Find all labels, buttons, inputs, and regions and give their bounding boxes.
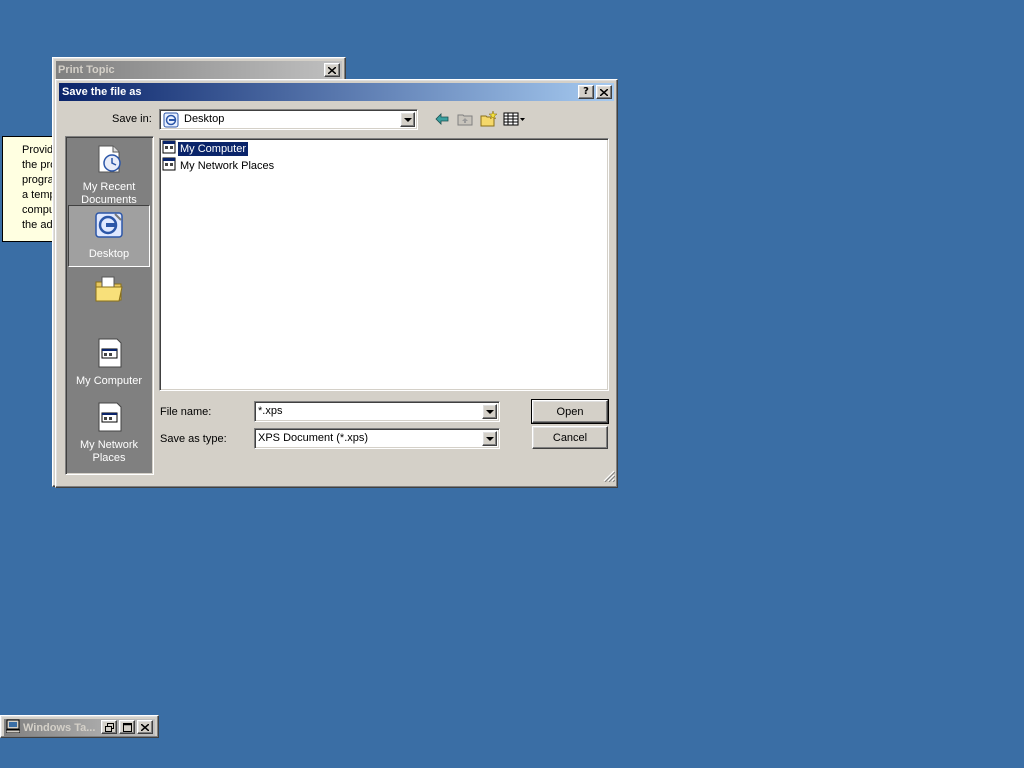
place-label: My Computer — [75, 375, 143, 387]
save-in-label: Save in: — [112, 113, 152, 125]
dialog-title: Save the file as — [62, 86, 142, 98]
place-label: My Network Places — [79, 439, 139, 464]
save-dialog: Save the file as ? Save in: Desktop My R… — [55, 79, 618, 488]
file-name-value: *.xps — [258, 405, 283, 417]
place-my-documents[interactable] — [68, 271, 150, 327]
close-icon — [600, 88, 608, 96]
my-computer-icon — [93, 337, 125, 373]
restore-icon — [104, 722, 114, 732]
my-network-places-icon — [93, 401, 125, 437]
place-label: My Recent Documents — [81, 181, 137, 206]
open-button[interactable]: Open — [531, 399, 609, 424]
minimized-title: Windows Ta... — [23, 721, 96, 734]
file-item-label: My Computer — [176, 140, 250, 157]
maximize-button[interactable] — [119, 720, 135, 734]
recent-documents-icon — [93, 143, 125, 179]
help-button[interactable]: ? — [578, 85, 594, 99]
my-computer-icon — [162, 140, 176, 157]
save-in-combobox[interactable]: Desktop — [159, 109, 418, 130]
file-item-my-network-places[interactable]: My Network Places — [162, 157, 276, 174]
minimized-close-button[interactable] — [137, 720, 153, 734]
save-as-type-label: Save as type: — [160, 433, 227, 445]
file-item-label: My Network Places — [180, 159, 275, 172]
place-label: Desktop — [88, 248, 130, 260]
place-desktop[interactable]: Desktop — [68, 205, 150, 267]
create-new-folder-icon[interactable] — [480, 110, 498, 130]
save-as-type-combobox[interactable]: XPS Document (*.xps) — [254, 428, 500, 449]
place-my-network-places[interactable]: My Network Places — [68, 399, 150, 469]
my-network-places-icon — [162, 157, 176, 174]
places-bar: My Recent Documents Desktop My Computer … — [65, 136, 154, 475]
save-in-value: Desktop — [184, 113, 225, 125]
desktop-icon — [93, 210, 125, 246]
file-list[interactable]: My Computer My Network Places — [159, 138, 609, 391]
dialog-close-button[interactable] — [596, 85, 612, 99]
maximize-icon — [122, 722, 132, 732]
up-one-level-icon[interactable] — [457, 111, 473, 130]
place-my-recent-documents[interactable]: My Recent Documents — [68, 139, 150, 206]
close-icon — [141, 723, 149, 731]
desktop-icon — [163, 112, 179, 131]
back-icon[interactable] — [434, 111, 450, 130]
dialog-titlebar[interactable]: Save the file as ? — [59, 83, 614, 101]
save-as-type-dropdown-arrow[interactable] — [482, 431, 497, 446]
open-button-label: Open — [556, 405, 584, 418]
minimized-window[interactable]: Windows Ta... — [0, 715, 159, 738]
my-documents-folder-icon — [93, 273, 125, 309]
file-name-dropdown-arrow[interactable] — [482, 404, 497, 419]
save-as-type-value: XPS Document (*.xps) — [258, 432, 369, 444]
restore-button[interactable] — [101, 720, 117, 734]
save-in-dropdown-arrow[interactable] — [400, 112, 415, 127]
print-topic-title: Print Topic — [58, 64, 115, 76]
file-name-label: File name: — [160, 406, 212, 418]
file-item-my-computer[interactable]: My Computer — [162, 140, 250, 157]
cancel-button-label: Cancel — [552, 431, 588, 444]
cancel-button[interactable]: Cancel — [532, 426, 608, 449]
resize-grip-icon[interactable] — [603, 470, 616, 485]
close-icon — [328, 66, 336, 74]
computer-window-icon — [5, 719, 21, 736]
print-topic-titlebar[interactable]: Print Topic — [56, 61, 342, 79]
minimized-titlebar[interactable]: Windows Ta... — [4, 719, 155, 736]
view-menu-icon[interactable] — [503, 111, 527, 130]
place-my-computer[interactable]: My Computer — [68, 335, 150, 395]
file-name-combobox[interactable]: *.xps — [254, 401, 500, 422]
help-icon: ? — [583, 86, 589, 97]
print-topic-close-button[interactable] — [324, 63, 340, 77]
